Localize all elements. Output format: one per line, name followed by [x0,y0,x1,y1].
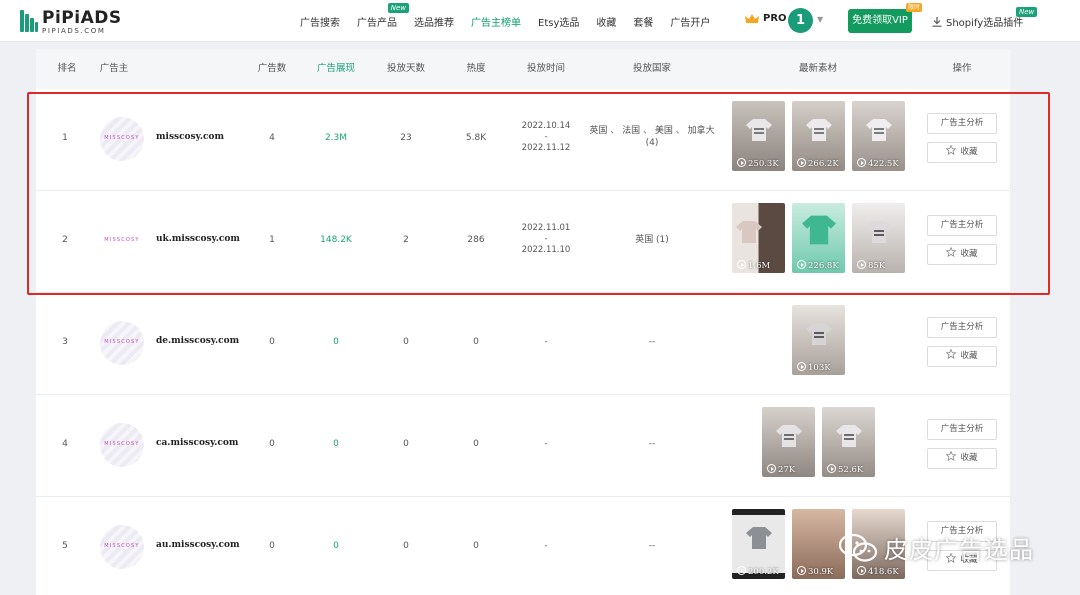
advertiser-analysis-button[interactable]: 广告主分析 [927,317,997,338]
header-advertiser: 广告主 [99,63,129,74]
view-count: 418.6K [868,567,899,577]
main-nav: 广告搜索 广告产品 New 选品推荐 广告主榜单 Etsy选品 收藏 套餐 广告开… [300,0,727,42]
user-avatar[interactable]: 1 [788,8,813,33]
watermark-text: 皮皮广告选品 [884,536,1034,564]
nav-product-picks[interactable]: 选品推荐 [414,14,454,29]
logo-bars-icon [20,10,38,32]
table-header: 排名 广告主 广告数 广告展现 投放天数 热度 投放时间 投放国家 最新素材 操… [36,49,1010,89]
advertiser-domain[interactable]: ca.misscosy.com [156,438,238,448]
star-icon [946,349,957,359]
star-icon [946,451,957,461]
header-heat[interactable]: 热度 [454,49,498,89]
view-count: 30.9K [808,567,834,577]
chevron-down-icon[interactable]: ▼ [817,15,823,24]
logo-name: PiPiADS [42,8,122,28]
ad-period: - [544,337,548,347]
play-icon [827,464,836,473]
nav-etsy[interactable]: Etsy选品 [538,14,579,29]
row-rank: 5 [62,541,68,551]
nav-favorites[interactable]: 收藏 [596,14,616,29]
days: 0 [403,439,409,449]
header-rank: 排名 [57,63,77,74]
nav-ad-search[interactable]: 广告搜索 [300,14,340,29]
countries: -- [648,337,656,347]
wechat-icon [838,533,878,562]
shopify-plugin-link[interactable]: Shopify选品插件 [932,14,1023,29]
nav-plans[interactable]: 套餐 [633,14,653,29]
countries: -- [648,439,656,449]
play-icon [797,362,806,371]
advertiser-analysis-button[interactable]: 广告主分析 [927,419,997,440]
crown-icon [745,13,759,23]
table-row: 3 MISSCOSY de.misscosy.com 0 0 0 0 - -- … [36,293,1010,395]
brand-logo[interactable]: MISSCOSY [100,321,144,365]
pro-badge[interactable]: PRO [745,13,787,24]
header-days[interactable]: 投放天数 [380,49,432,89]
nav-ad-products[interactable]: 广告产品 New [357,2,409,29]
view-count: 52.6K [838,465,864,475]
advertiser-domain[interactable]: de.misscosy.com [156,336,239,346]
view-count: 103K [808,363,831,373]
play-icon [857,566,866,575]
top-navigation-bar: PiPiADS PIPIADS.COM 广告搜索 广告产品 New 选品推荐 广告… [0,0,1080,42]
creative-thumbnail[interactable]: 200.2K [732,509,785,579]
creative-thumbnail[interactable]: 52.6K [822,407,875,477]
free-vip-button[interactable]: 免费领取VIP [848,9,912,33]
impressions: 0 [333,337,339,347]
days: 0 [403,337,409,347]
download-icon [932,16,942,27]
brand-logo[interactable]: MISSCOSY [100,423,144,467]
heat: 0 [473,439,479,449]
heat: 0 [473,337,479,347]
table-row: 4 MISSCOSY ca.misscosy.com 0 0 0 0 - -- … [36,395,1010,497]
row-rank: 3 [62,337,68,347]
creative-thumbnail[interactable]: 103K [792,305,845,375]
heat: 0 [473,541,479,551]
highlight-annotation-box [27,92,1050,295]
row-rank: 4 [62,439,68,449]
advertiser-domain[interactable]: au.misscosy.com [156,540,239,550]
play-icon [737,566,746,575]
ad-period: - [544,439,548,449]
view-count: 200.2K [748,567,779,577]
watermark: 皮皮广告选品 [838,530,1034,565]
brand-logo[interactable]: MISSCOSY [100,525,144,569]
ad-period: - [544,541,548,551]
new-badge: New [387,2,409,13]
creative-thumbnail[interactable]: 27K [762,407,815,477]
favorite-button[interactable]: 收藏 [927,346,997,367]
impressions: 0 [333,439,339,449]
play-icon [797,566,806,575]
header-impressions[interactable]: 广告展现 [312,49,360,89]
nav-ad-account[interactable]: 广告开户 [670,14,710,29]
header-countries: 投放国家 [632,63,671,74]
logo-sub: PIPIADS.COM [42,27,106,35]
header-creatives: 最新素材 [798,63,837,74]
nav-advertiser-ranking[interactable]: 广告主榜单 [471,14,521,29]
ad-count: 0 [269,337,275,347]
favorite-button[interactable]: 收藏 [927,448,997,469]
header-ad-count[interactable]: 广告数 [250,49,294,89]
header-period[interactable]: 投放时间 [518,49,574,89]
new-badge: New [1016,7,1038,17]
countries: -- [648,541,656,551]
play-icon [767,464,776,473]
days: 0 [403,541,409,551]
ad-count: 0 [269,439,275,449]
vip-limited-badge: 限时 [906,3,923,12]
view-count: 27K [778,465,796,475]
impressions: 0 [333,541,339,551]
header-actions: 操作 [952,63,972,74]
ad-count: 0 [269,541,275,551]
